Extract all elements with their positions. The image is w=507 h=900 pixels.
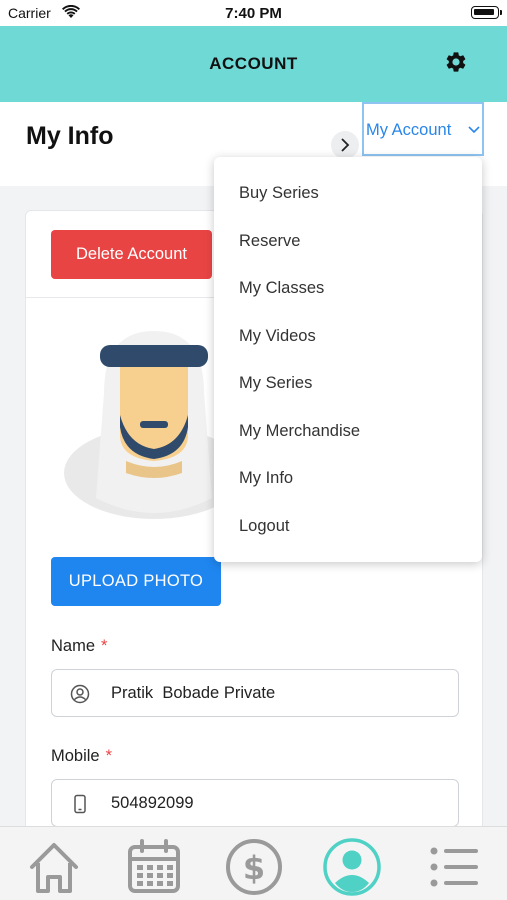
mobile-label: Mobile * — [51, 747, 112, 766]
mobile-field[interactable]: 504892099 — [51, 779, 459, 827]
svg-text:$: $ — [243, 849, 265, 887]
menu-item-logout[interactable]: Logout — [239, 517, 289, 536]
name-field[interactable]: Pratik Bobade Private — [51, 669, 459, 717]
required-mark: * — [105, 747, 113, 765]
battery-icon — [471, 6, 502, 19]
account-dropdown-menu: Buy Series Reserve My Classes My Videos … — [214, 157, 482, 562]
my-account-menu-button[interactable]: My Account — [362, 102, 484, 156]
status-bar: Carrier 7:40 PM — [0, 0, 507, 26]
menu-item-my-series[interactable]: My Series — [239, 374, 312, 393]
menu-item-my-videos[interactable]: My Videos — [239, 327, 316, 346]
delete-account-button[interactable]: Delete Account — [51, 230, 212, 279]
bottom-tab-bar: $ — [0, 826, 507, 900]
upload-photo-button[interactable]: UPLOAD PHOTO — [51, 557, 221, 606]
home-icon[interactable] — [24, 837, 84, 897]
scroll-next-button[interactable] — [331, 131, 359, 159]
menu-item-my-classes[interactable]: My Classes — [239, 279, 324, 298]
chevron-right-icon — [341, 138, 350, 152]
mobile-label-text: Mobile — [51, 747, 100, 765]
menu-item-my-info[interactable]: My Info — [239, 469, 293, 488]
mobile-value: 504892099 — [111, 794, 194, 812]
my-account-label: My Account — [366, 121, 452, 139]
gear-icon[interactable] — [444, 50, 468, 74]
menu-item-buy-series[interactable]: Buy Series — [239, 184, 319, 203]
user-circle-icon — [70, 684, 90, 704]
header-title: ACCOUNT — [209, 54, 298, 73]
name-value: Pratik Bobade Private — [111, 684, 276, 702]
name-label: Name * — [51, 637, 107, 656]
app-header: ACCOUNT — [0, 26, 507, 102]
dollar-icon[interactable]: $ — [224, 837, 284, 897]
list-menu-icon[interactable] — [424, 837, 484, 897]
menu-item-reserve[interactable]: Reserve — [239, 232, 300, 251]
page-title: My Info — [26, 122, 114, 150]
chevron-down-icon — [468, 126, 480, 134]
required-mark: * — [101, 637, 108, 655]
menu-item-my-merchandise[interactable]: My Merchandise — [239, 422, 360, 441]
mobile-phone-icon — [74, 794, 86, 814]
calendar-icon[interactable] — [124, 837, 184, 897]
name-label-text: Name — [51, 637, 96, 655]
status-time: 7:40 PM — [225, 5, 282, 22]
user-icon[interactable] — [322, 837, 382, 897]
